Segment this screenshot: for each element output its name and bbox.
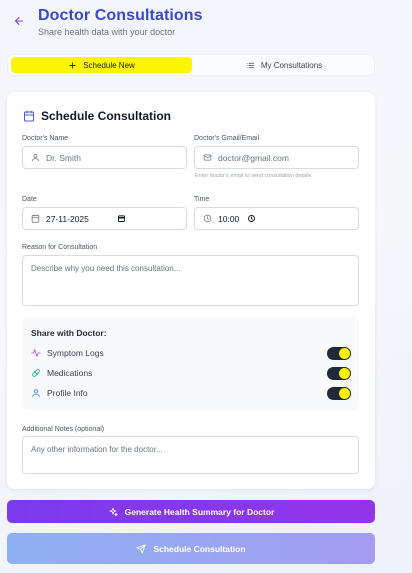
time-input[interactable]: 10:00 [194,207,359,230]
date-picker-icon[interactable] [117,214,126,223]
tab-bar: Schedule New My Consultations [7,54,375,76]
back-arrow-icon[interactable] [13,14,27,28]
sparkles-icon [109,507,118,516]
date-value: 27-11-2025 [46,213,89,224]
doctor-name-input[interactable]: Dr. Smith [22,146,187,169]
notes-textarea[interactable]: Any other information for the doctor... [22,436,359,474]
doctor-name-placeholder: Dr. Smith [46,152,81,163]
doctor-name-label: Doctor's Name [22,135,69,142]
reason-textarea[interactable]: Describe why you need this consultation.… [22,255,359,306]
schedule-consultation-button[interactable]: Schedule Consultation [7,533,375,564]
toggle-knob [339,388,350,399]
share-item-label: Symptom Logs [47,348,104,358]
pill-icon [32,369,40,377]
reason-label: Reason for Consultation [22,244,98,251]
schedule-form-card: Schedule Consultation Doctor's Name Dr. … [7,92,375,489]
doctor-email-placeholder: doctor@gmail.com [218,152,289,163]
time-picker-icon[interactable] [247,214,256,223]
mail-icon [203,154,212,161]
doctor-email-label: Doctor's Gmail/Email [194,135,260,142]
user-icon [32,389,40,398]
tab-schedule-new[interactable]: Schedule New [11,57,192,73]
generate-summary-button[interactable]: Generate Health Summary for Doctor [7,500,375,523]
generate-summary-label: Generate Health Summary for Doctor [124,506,275,517]
activity-icon [31,349,41,357]
schedule-consultation-label: Schedule Consultation [153,543,246,554]
page-header: Doctor Consultations Share health data w… [0,0,412,48]
share-item-medications: Medications [31,366,351,380]
card-header: Schedule Consultation [23,109,171,123]
share-item-label: Medications [47,368,93,378]
list-icon [246,62,255,68]
profile-info-toggle[interactable] [327,387,351,400]
share-title: Share with Doctor: [31,328,107,338]
card-title: Schedule Consultation [41,109,172,123]
tab-label: Schedule New [83,60,135,70]
share-item-label: Profile Info [47,388,88,398]
plus-icon [69,61,76,69]
calendar-icon [24,110,34,122]
date-input[interactable]: 27-11-2025 [22,207,187,230]
symptom-logs-toggle[interactable] [327,347,351,360]
toggle-knob [339,368,350,379]
medications-toggle[interactable] [327,367,351,380]
send-icon [136,543,147,554]
doctor-email-hint: Enter doctor's email to send consultatio… [195,173,312,179]
toggle-knob [339,348,350,359]
share-item-profile-info: Profile Info [31,386,351,400]
share-with-doctor-panel: Share with Doctor: Symptom Logs Medicati… [22,317,359,410]
notes-placeholder: Any other information for the doctor... [31,445,163,454]
time-value: 10:00 [218,213,240,224]
notes-label: Additional Notes (optional) [22,426,105,433]
tab-my-consultations[interactable]: My Consultations [196,57,372,73]
page-subtitle: Share health data with your doctor [38,27,176,37]
page-title: Doctor Consultations [38,7,203,24]
doctor-email-input[interactable]: doctor@gmail.com [194,146,359,169]
calendar-small-icon [31,214,40,223]
tab-label: My Consultations [260,60,323,70]
clock-icon [203,214,212,223]
time-label: Time [194,196,210,203]
share-item-symptom-logs: Symptom Logs [31,346,351,360]
user-icon [32,154,39,162]
reason-placeholder: Describe why you need this consultation.… [31,264,181,273]
date-label: Date [22,196,37,203]
